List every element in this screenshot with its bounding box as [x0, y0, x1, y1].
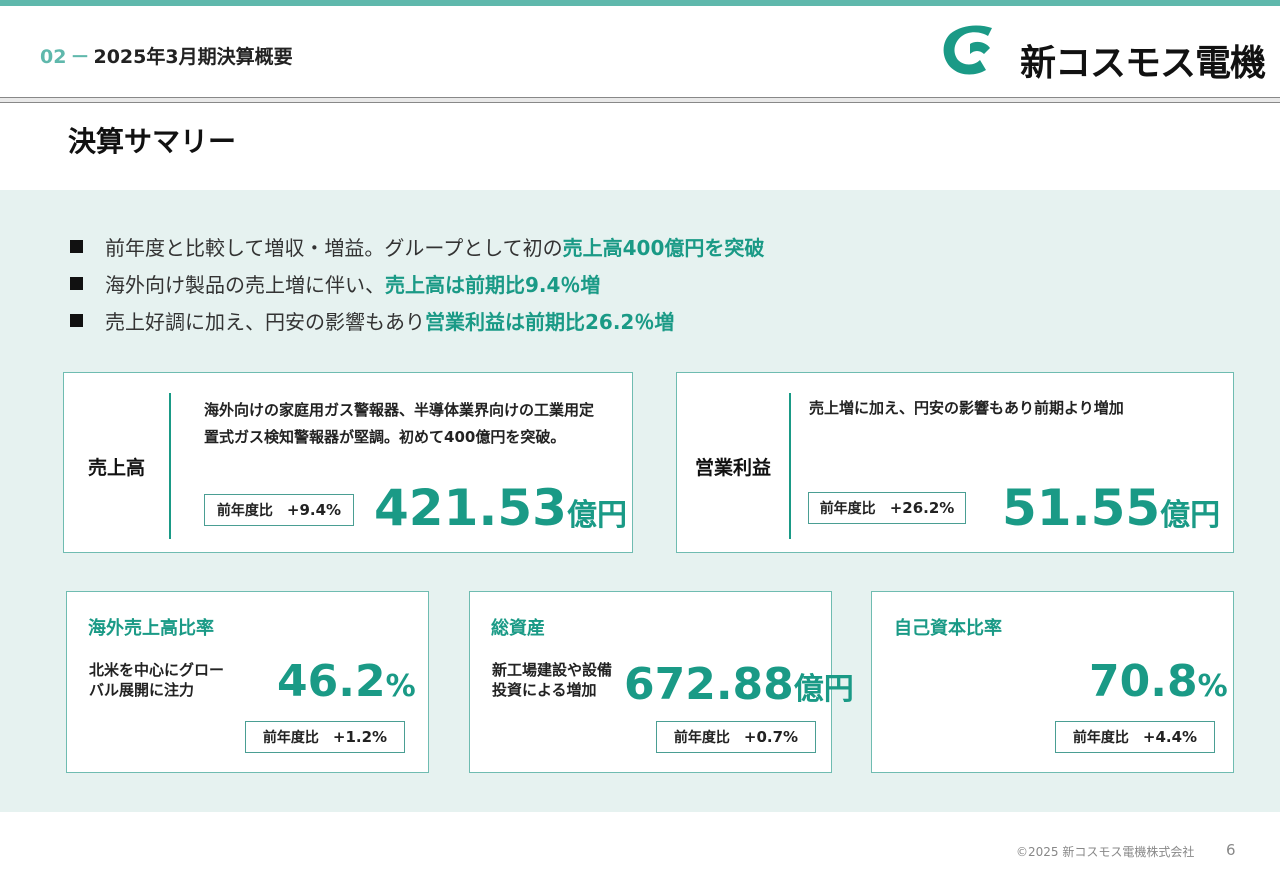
value-number: 421.53: [374, 479, 567, 537]
bullet-item: 売上好調に加え、円安の影響もあり 営業利益は前期比26.2％増: [70, 302, 764, 339]
bullet-text: 海外向け製品の売上増に伴い、: [105, 273, 385, 297]
section-header: 02 － 2025年3月期決算概要: [40, 42, 293, 69]
bullet-item: 海外向け製品の売上増に伴い、 売上高は前期比9.4％増: [70, 265, 764, 302]
assets-title: 総資産: [491, 618, 545, 639]
equity-value: 70.8%: [1089, 660, 1228, 704]
value-unit: 億円: [793, 672, 854, 707]
bullet-highlight: 営業利益は前期比26.2％増: [425, 310, 675, 334]
value-unit: %: [385, 669, 416, 704]
op-label: 営業利益: [695, 457, 772, 479]
yoy-label: 前年度比: [262, 730, 319, 746]
section-number: 02: [40, 46, 67, 68]
overseas-value: 46.2%: [277, 660, 416, 704]
sales-description: 海外向けの家庭用ガス警報器、半導体業界向けの工業用定置式ガス検知警報器が堅調。初…: [204, 401, 595, 446]
sales-label: 売上高: [88, 457, 146, 479]
sales-divider: [169, 393, 171, 539]
op-yoy-badge: 前年度比 +26.2%: [808, 492, 966, 524]
page-number: 6: [1226, 841, 1236, 859]
summary-bullets: 前年度と比較して増収・増益。グループとして初の 売上高400億円を突破 海外向け製…: [70, 228, 764, 339]
bullet-square-icon: [70, 277, 83, 290]
assets-yoy-badge: 前年度比 +0.7%: [656, 721, 816, 753]
yoy-label: 前年度比: [819, 501, 876, 517]
yoy-label: 前年度比: [216, 503, 273, 519]
value-number: 51.55: [1002, 479, 1161, 537]
overseas-ratio-card: 海外売上高比率 北米を中心にグローバル展開に注力 46.2% 前年度比 +1.2%: [66, 591, 429, 773]
equity-title: 自己資本比率: [894, 618, 1002, 639]
yoy-value: +1.2%: [332, 728, 388, 746]
yoy-value: +0.7%: [743, 728, 799, 746]
bullet-text: 前年度と比較して増収・増益。グループとして初の: [105, 236, 563, 260]
yoy-value: +4.4%: [1142, 728, 1198, 746]
sales-card: 売上高 海外向けの家庭用ガス警報器、半導体業界向けの工業用定置式ガス検知警報器が…: [63, 372, 633, 553]
op-value: 51.55億円: [1002, 483, 1220, 533]
top-accent-bar: [0, 0, 1280, 6]
company-name: 新コスモス電機: [1020, 43, 1266, 84]
bullet-square-icon: [70, 314, 83, 327]
value-number: 46.2: [277, 656, 386, 707]
yoy-value: +26.2%: [889, 499, 955, 517]
overseas-description: 北米を中心にグローバル展開に注力: [89, 661, 225, 699]
bullet-highlight: 売上高は前期比9.4％増: [385, 273, 601, 297]
sales-yoy-badge: 前年度比 +9.4%: [204, 494, 354, 526]
op-description: 売上増に加え、円安の影響もあり前期より増加: [809, 399, 1124, 417]
op-divider: [789, 393, 791, 539]
equity-ratio-card: 自己資本比率 70.8% 前年度比 +4.4%: [871, 591, 1234, 773]
yoy-label: 前年度比: [1072, 730, 1129, 746]
value-unit: %: [1197, 669, 1228, 704]
company-logo: 新コスモス電機: [940, 22, 1266, 84]
page-title: 決算サマリー: [68, 125, 237, 158]
value-number: 70.8: [1089, 656, 1198, 707]
copyright: ©2025 新コスモス電機株式会社: [1016, 845, 1195, 859]
value-unit: 億円: [1160, 498, 1221, 533]
bullet-square-icon: [70, 240, 83, 253]
header-divider: [0, 97, 1280, 103]
bullet-highlight: 売上高400億円を突破: [562, 236, 765, 260]
yoy-label: 前年度比: [673, 730, 730, 746]
equity-yoy-badge: 前年度比 +4.4%: [1055, 721, 1215, 753]
section-dash: －: [70, 46, 90, 68]
total-assets-card: 総資産 新工場建設や設備投資による増加 672.88億円 前年度比 +0.7%: [469, 591, 854, 773]
overseas-title: 海外売上高比率: [88, 618, 214, 639]
assets-value: 672.88億円: [624, 663, 854, 707]
assets-description: 新工場建設や設備投資による増加: [492, 661, 613, 699]
cosmos-logo-icon: [943, 25, 992, 75]
bullet-text: 売上好調に加え、円安の影響もあり: [105, 310, 425, 334]
operating-profit-card: 営業利益 売上増に加え、円安の影響もあり前期より増加 前年度比 +26.2% 51…: [676, 372, 1234, 553]
value-unit: 億円: [566, 498, 627, 533]
value-number: 672.88: [624, 659, 794, 710]
sales-value: 421.53億円: [374, 483, 627, 533]
section-title: 2025年3月期決算概要: [93, 46, 293, 68]
bullet-item: 前年度と比較して増収・増益。グループとして初の 売上高400億円を突破: [70, 228, 764, 265]
overseas-yoy-badge: 前年度比 +1.2%: [245, 721, 405, 753]
yoy-value: +9.4%: [286, 501, 342, 519]
